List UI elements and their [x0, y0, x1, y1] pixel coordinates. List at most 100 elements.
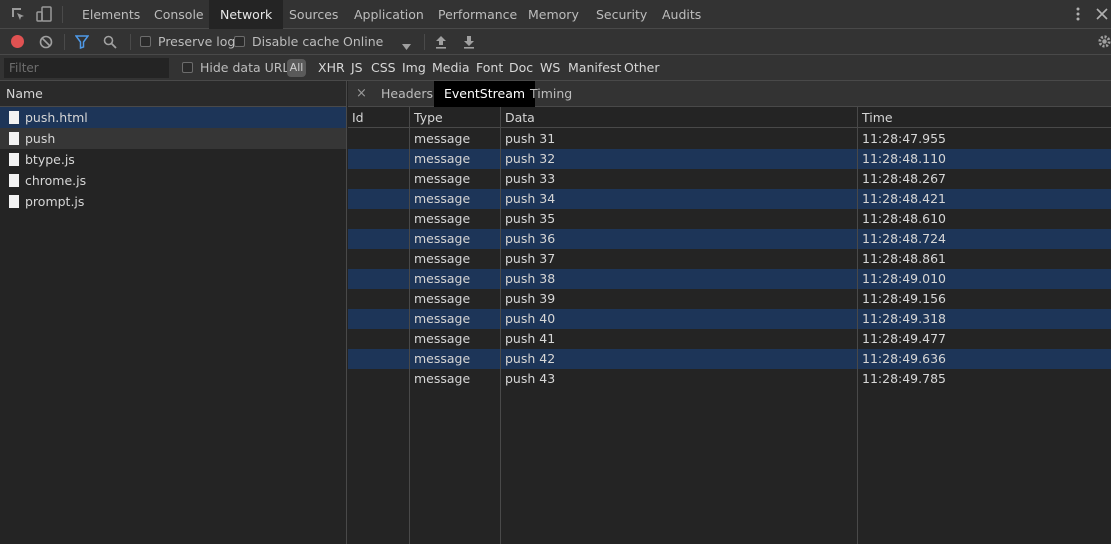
- filter-type-xhr[interactable]: XHR: [318, 55, 345, 81]
- event-type-cell: message: [414, 211, 471, 226]
- event-row[interactable]: message push 43 11:28:49.785: [348, 369, 1111, 389]
- tab-memory[interactable]: Memory: [517, 0, 590, 29]
- device-toolbar-icon[interactable]: [36, 6, 52, 22]
- tab-application[interactable]: Application: [343, 0, 435, 29]
- preserve-log-checkbox[interactable]: [140, 36, 151, 47]
- event-type-cell: message: [414, 191, 471, 206]
- preserve-log-label: Preserve log: [158, 34, 236, 49]
- event-row[interactable]: message push 41 11:28:49.477: [348, 329, 1111, 349]
- record-icon[interactable]: [11, 35, 24, 48]
- event-data-cell: push 34: [505, 191, 556, 206]
- column-header-type[interactable]: Type: [414, 107, 443, 128]
- event-type-cell: message: [414, 251, 471, 266]
- filter-icon[interactable]: [74, 35, 90, 52]
- event-row[interactable]: message push 42 11:28:49.636: [348, 349, 1111, 369]
- event-type-cell: message: [414, 151, 471, 166]
- chevron-down-icon: [402, 39, 411, 53]
- throttling-select[interactable]: Online: [343, 29, 383, 55]
- document-icon: [9, 132, 19, 145]
- tab-sources[interactable]: Sources: [278, 0, 349, 29]
- request-row-prompt-js[interactable]: prompt.js: [0, 191, 346, 212]
- tab-audits[interactable]: Audits: [651, 0, 712, 29]
- tab-console[interactable]: Console: [143, 0, 215, 29]
- event-data-cell: push 33: [505, 171, 556, 186]
- request-list: Name push.html push btype.js chrome.js p…: [0, 81, 347, 544]
- request-row-chrome-js[interactable]: chrome.js: [0, 170, 346, 191]
- event-data-cell: push 39: [505, 291, 556, 306]
- column-divider: [409, 107, 410, 544]
- name-column-header[interactable]: Name: [0, 81, 346, 107]
- event-row[interactable]: message push 33 11:28:48.267: [348, 169, 1111, 189]
- tab-timing[interactable]: Timing: [520, 81, 582, 107]
- event-time-cell: 11:28:49.785: [862, 371, 946, 386]
- import-har-icon[interactable]: [435, 35, 447, 52]
- filter-type-all[interactable]: All: [287, 59, 306, 77]
- clear-icon[interactable]: [39, 35, 53, 52]
- column-header-id[interactable]: Id: [352, 107, 364, 128]
- search-icon[interactable]: [103, 35, 117, 52]
- filter-input[interactable]: [4, 58, 169, 78]
- event-row[interactable]: message push 31 11:28:47.955: [348, 129, 1111, 149]
- tab-headers[interactable]: Headers: [371, 81, 443, 107]
- tab-network[interactable]: Network: [209, 0, 284, 29]
- request-name: btype.js: [25, 152, 75, 167]
- network-toolbar: Preserve log Disable cache Online: [0, 29, 1111, 55]
- request-row-push-html[interactable]: push.html: [0, 107, 346, 128]
- filter-type-css[interactable]: CSS: [371, 55, 396, 81]
- event-row[interactable]: message push 36 11:28:48.724: [348, 229, 1111, 249]
- filter-type-manifest[interactable]: Manifest: [568, 55, 621, 81]
- filter-type-img[interactable]: Img: [402, 55, 426, 81]
- event-time-cell: 11:28:49.636: [862, 351, 946, 366]
- event-data-cell: push 37: [505, 251, 556, 266]
- event-data-cell: push 42: [505, 351, 556, 366]
- column-divider: [500, 107, 501, 544]
- event-type-cell: message: [414, 131, 471, 146]
- event-data-cell: push 36: [505, 231, 556, 246]
- event-data-cell: push 43: [505, 371, 556, 386]
- request-row-btype-js[interactable]: btype.js: [0, 149, 346, 170]
- document-icon: [9, 174, 19, 187]
- devtools-tab-bar: Elements Console Network Sources Applica…: [0, 0, 1111, 29]
- event-row[interactable]: message push 40 11:28:49.318: [348, 309, 1111, 329]
- event-row[interactable]: message push 37 11:28:48.861: [348, 249, 1111, 269]
- filter-type-js[interactable]: JS: [351, 55, 363, 81]
- event-time-cell: 11:28:49.318: [862, 311, 946, 326]
- close-detail-icon[interactable]: ×: [356, 81, 367, 107]
- filter-type-ws[interactable]: WS: [540, 55, 560, 81]
- column-header-time[interactable]: Time: [862, 107, 893, 128]
- column-divider: [857, 107, 858, 544]
- event-type-cell: message: [414, 371, 471, 386]
- column-header-data[interactable]: Data: [505, 107, 535, 128]
- filter-type-media[interactable]: Media: [432, 55, 470, 81]
- event-row[interactable]: message push 34 11:28:48.421: [348, 189, 1111, 209]
- filter-type-other[interactable]: Other: [624, 55, 660, 81]
- export-har-icon[interactable]: [463, 35, 475, 52]
- tab-elements[interactable]: Elements: [71, 0, 151, 29]
- inspect-element-icon[interactable]: [10, 6, 26, 22]
- request-name: push.html: [25, 110, 88, 125]
- disable-cache-checkbox[interactable]: [234, 36, 245, 47]
- event-row[interactable]: message push 32 11:28:48.110: [348, 149, 1111, 169]
- filter-type-font[interactable]: Font: [476, 55, 503, 81]
- event-type-cell: message: [414, 311, 471, 326]
- disable-cache-label: Disable cache: [252, 34, 340, 49]
- event-row[interactable]: message push 39 11:28:49.156: [348, 289, 1111, 309]
- settings-gear-icon[interactable]: [1097, 34, 1111, 52]
- request-row-push[interactable]: push: [0, 128, 346, 149]
- toolbar-divider: [130, 34, 131, 50]
- event-data-cell: push 31: [505, 131, 556, 146]
- event-data-cell: push 38: [505, 271, 556, 286]
- event-time-cell: 11:28:48.267: [862, 171, 946, 186]
- more-options-icon[interactable]: [1070, 6, 1086, 22]
- close-devtools-icon[interactable]: [1094, 6, 1110, 22]
- event-type-cell: message: [414, 331, 471, 346]
- event-row[interactable]: message push 38 11:28:49.010: [348, 269, 1111, 289]
- toolbar-divider: [62, 6, 63, 23]
- filter-type-doc[interactable]: Doc: [509, 55, 533, 81]
- request-name: prompt.js: [25, 194, 85, 209]
- tab-security[interactable]: Security: [585, 0, 658, 29]
- event-time-cell: 11:28:48.724: [862, 231, 946, 246]
- hide-data-urls-checkbox[interactable]: [182, 62, 193, 73]
- tab-performance[interactable]: Performance: [427, 0, 528, 29]
- event-row[interactable]: message push 35 11:28:48.610: [348, 209, 1111, 229]
